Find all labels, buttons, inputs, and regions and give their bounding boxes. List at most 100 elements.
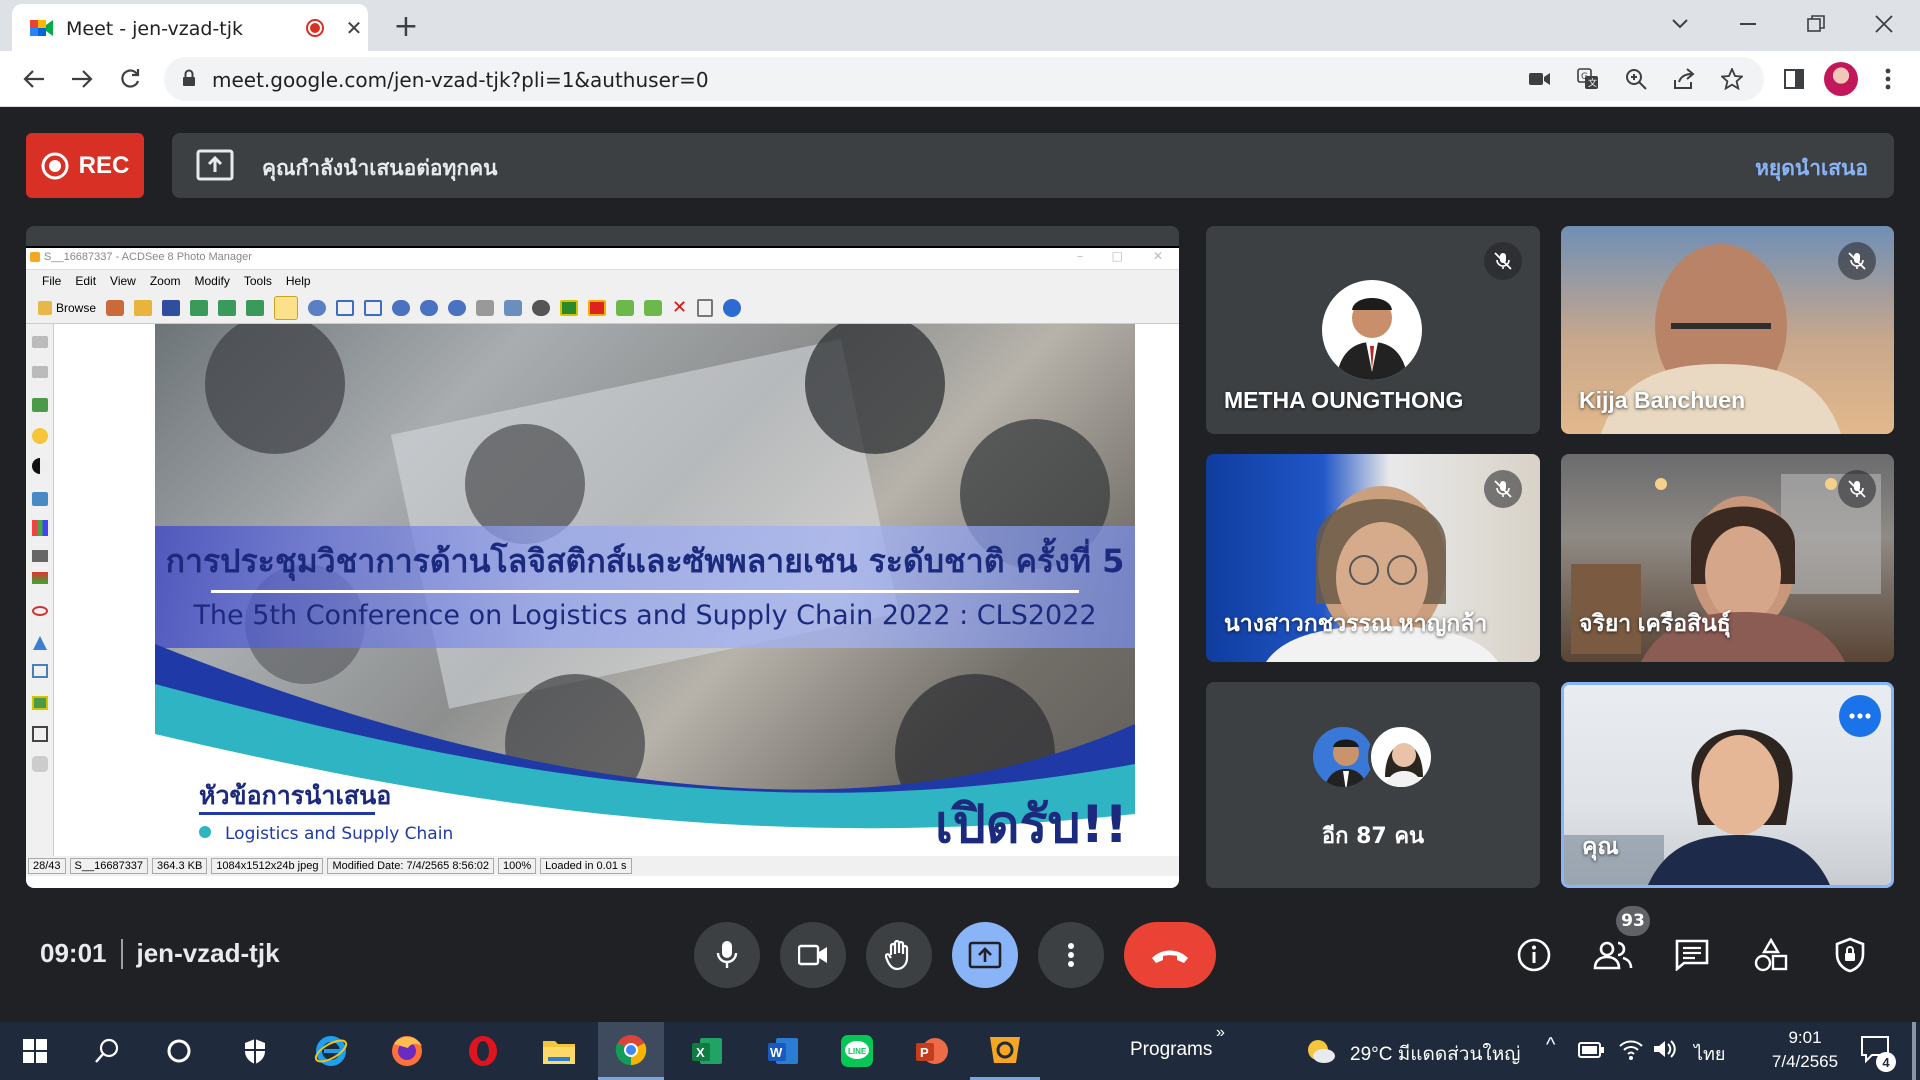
- opera-icon[interactable]: [448, 1022, 518, 1080]
- next-image-icon[interactable]: [218, 299, 237, 316]
- menu-file[interactable]: File: [42, 274, 61, 288]
- levels-tool-icon[interactable]: [32, 520, 48, 536]
- sharpen-tool-icon[interactable]: [33, 636, 47, 650]
- acdsee-minimize-icon[interactable]: –: [1077, 249, 1083, 263]
- programs-toolbar-label[interactable]: Programs: [1130, 1039, 1212, 1061]
- camera-button[interactable]: [780, 922, 846, 988]
- brightness-tool-icon[interactable]: [32, 428, 48, 444]
- pan-tool-icon[interactable]: [32, 756, 48, 772]
- meeting-details-button[interactable]: [1501, 922, 1567, 988]
- menu-modify[interactable]: Modify: [195, 274, 230, 288]
- present-now-button[interactable]: [952, 922, 1018, 988]
- weather-icon[interactable]: [1304, 1036, 1336, 1066]
- email-icon[interactable]: [504, 299, 523, 316]
- menu-zoom[interactable]: Zoom: [150, 274, 181, 288]
- others-tile[interactable]: อีก 87 คน: [1206, 682, 1540, 888]
- prev-image-icon[interactable]: [190, 299, 209, 316]
- tab-close-icon[interactable]: ✕: [342, 16, 366, 40]
- close-window-icon[interactable]: [1866, 6, 1902, 42]
- acdsee-close-icon[interactable]: ✕: [1153, 249, 1163, 263]
- adjust-icon[interactable]: [532, 299, 551, 316]
- redo-tool-icon[interactable]: [32, 366, 48, 378]
- leave-call-button[interactable]: [1124, 922, 1216, 988]
- participant-tile[interactable]: นางสาวกชวรรณ หาญกล้า: [1206, 454, 1540, 662]
- hand-tool-icon[interactable]: [274, 295, 299, 320]
- menu-help[interactable]: Help: [286, 274, 311, 288]
- more-options-icon[interactable]: [1839, 695, 1881, 737]
- camera-in-use-icon[interactable]: [1524, 63, 1556, 95]
- powerpoint-icon[interactable]: P: [896, 1022, 966, 1080]
- zoom-out-icon[interactable]: [420, 299, 439, 316]
- activities-button[interactable]: [1738, 922, 1804, 988]
- people-button[interactable]: 93: [1580, 906, 1650, 988]
- participant-tile[interactable]: METHA OUNGTHONG: [1206, 226, 1540, 434]
- back-arrow-icon[interactable]: [14, 59, 54, 99]
- share-icon[interactable]: [1668, 63, 1700, 95]
- effects-tool-icon[interactable]: [32, 572, 48, 584]
- raise-hand-button[interactable]: [866, 922, 932, 988]
- address-bar[interactable]: meet.google.com/jen-vzad-tjk?pli=1&authu…: [164, 57, 1764, 101]
- filter-tool-icon[interactable]: [32, 550, 48, 562]
- input-language[interactable]: ไทย: [1694, 1039, 1725, 1068]
- excel-icon[interactable]: X: [672, 1022, 742, 1080]
- browser-tab[interactable]: Meet - jen-vzad-tjk ✕: [12, 4, 368, 51]
- toolbar-expand-icon[interactable]: »: [1216, 1024, 1225, 1042]
- contrast-tool-icon[interactable]: [32, 458, 48, 474]
- firefox-icon[interactable]: [372, 1022, 442, 1080]
- battery-icon[interactable]: [1578, 1042, 1604, 1058]
- more-options-button[interactable]: [1038, 922, 1104, 988]
- host-controls-button[interactable]: [1817, 922, 1883, 988]
- weather-text[interactable]: 29°C มีแดดส่วนใหญ่: [1350, 1039, 1520, 1069]
- slideshow-icon[interactable]: [588, 299, 607, 316]
- menu-tools[interactable]: Tools: [244, 274, 272, 288]
- menu-view[interactable]: View: [110, 274, 136, 288]
- self-tile[interactable]: คุณ: [1561, 682, 1894, 888]
- save-icon[interactable]: [162, 299, 181, 316]
- browse-button[interactable]: Browse: [38, 300, 96, 315]
- open-folder-icon[interactable]: [134, 299, 153, 316]
- acdsee-restore-icon[interactable]: □: [1112, 249, 1123, 263]
- windows-security-icon[interactable]: [220, 1022, 290, 1080]
- zoom-in-icon[interactable]: [392, 299, 411, 316]
- participant-tile[interactable]: Kijja Banchuen: [1561, 226, 1894, 434]
- auto-advance-icon[interactable]: [246, 299, 265, 316]
- find-icon[interactable]: [308, 299, 327, 316]
- browser-menu-icon[interactable]: [1870, 59, 1906, 99]
- zoom-lock-icon[interactable]: [448, 299, 467, 316]
- edit-image-tool-icon[interactable]: [32, 398, 48, 412]
- file-explorer-icon[interactable]: [524, 1022, 594, 1080]
- participant-tile[interactable]: จริยา เครือสินธุ์: [1561, 454, 1894, 662]
- acdsee-taskbar-icon[interactable]: [970, 1022, 1040, 1080]
- move-to-icon[interactable]: [644, 299, 663, 316]
- side-panel-icon[interactable]: [1774, 59, 1814, 99]
- cortana-icon[interactable]: [144, 1022, 214, 1080]
- restore-icon[interactable]: [1798, 6, 1834, 42]
- rotate-left-icon[interactable]: [336, 299, 355, 316]
- color-tool-icon[interactable]: [32, 492, 48, 506]
- chat-button[interactable]: [1659, 922, 1725, 988]
- stop-presenting-button[interactable]: หยุดนำเสนอ: [1755, 152, 1868, 185]
- forward-arrow-icon[interactable]: [62, 59, 102, 99]
- help-icon[interactable]: [723, 298, 742, 317]
- text-tool-icon[interactable]: [32, 696, 48, 710]
- reload-icon[interactable]: [110, 59, 150, 99]
- search-icon[interactable]: [72, 1022, 142, 1080]
- microphone-button[interactable]: [694, 922, 760, 988]
- windows-start-icon[interactable]: [0, 1022, 70, 1080]
- rotate-right-icon[interactable]: [364, 299, 383, 316]
- new-tab-button[interactable]: +: [388, 8, 424, 44]
- minimize-icon[interactable]: [1730, 6, 1766, 42]
- taskbar-clock[interactable]: 9:01 7/4/2565: [1750, 1026, 1860, 1074]
- line-icon[interactable]: LINE: [822, 1022, 892, 1080]
- profile-avatar[interactable]: [1824, 62, 1858, 96]
- copy-to-icon[interactable]: [616, 299, 635, 316]
- wifi-icon[interactable]: [1618, 1038, 1644, 1060]
- translate-icon[interactable]: G文: [1572, 63, 1604, 95]
- delete-icon[interactable]: ✕: [672, 298, 687, 316]
- zoom-icon[interactable]: [1620, 63, 1652, 95]
- set-wallpaper-icon[interactable]: [560, 299, 579, 316]
- menu-edit[interactable]: Edit: [75, 274, 96, 288]
- tray-overflow-icon[interactable]: ^: [1546, 1034, 1555, 1057]
- show-desktop-button[interactable]: [1912, 1022, 1916, 1080]
- tab-search-chevron-icon[interactable]: [1662, 6, 1698, 42]
